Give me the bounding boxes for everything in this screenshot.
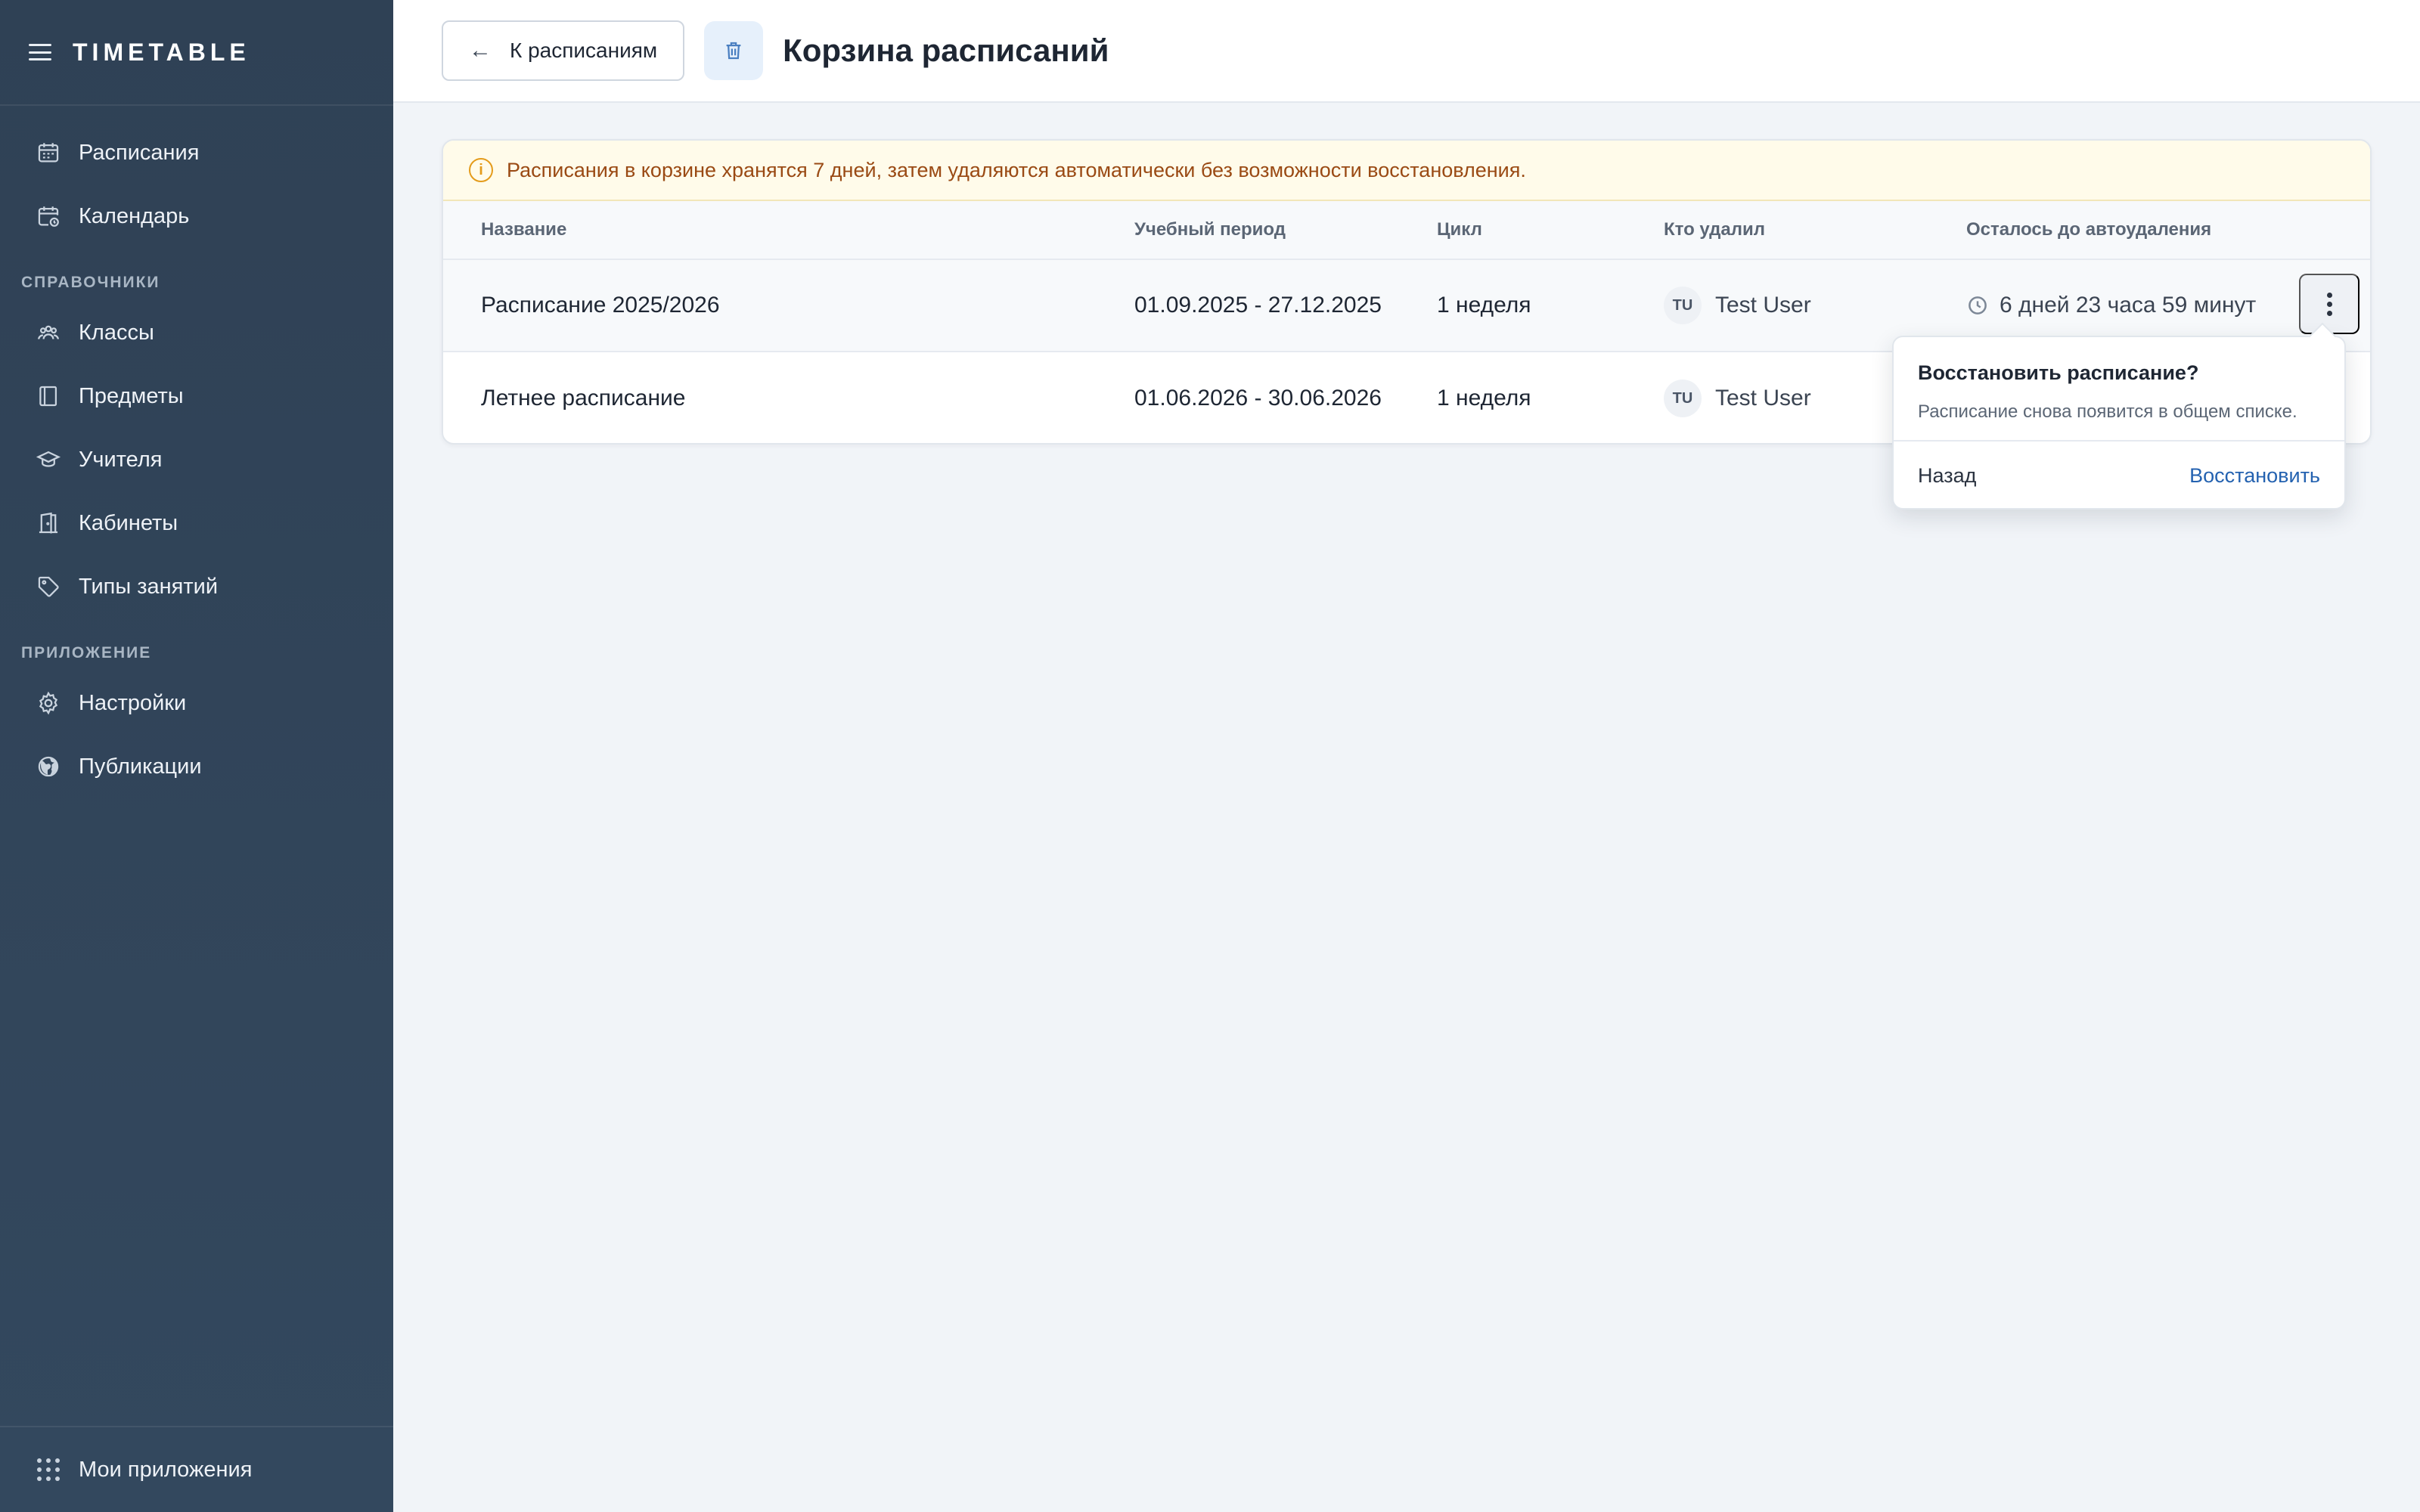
column-header-deleted-by[interactable]: Кто удалил (1664, 219, 1765, 240)
page-title: Корзина расписаний (783, 33, 1109, 68)
time-left-value: 6 дней 23 часа 59 минут (2000, 293, 2257, 318)
sidebar-item-label: Типы занятий (79, 574, 219, 599)
sidebar-item-label: Расписания (79, 140, 200, 165)
back-to-schedules-button[interactable]: ← К расписаниям (442, 20, 685, 81)
popover-actions: Назад Восстановить (1894, 442, 2344, 510)
sidebar-section-references: СПРАВОЧНИКИ (21, 274, 160, 291)
sidebar-item-rooms[interactable]: Кабинеты (0, 491, 393, 555)
user-name: Test User (1715, 293, 1811, 318)
row-actions-button[interactable] (2299, 274, 2360, 334)
schedule-period: 01.09.2025 - 27.12.2025 (1134, 293, 1382, 318)
sidebar-item-label: Настройки (79, 690, 187, 715)
schedule-cycle: 1 неделя (1437, 293, 1531, 318)
app-brand: TIMETABLE (73, 38, 250, 66)
grid-icon (35, 1456, 62, 1483)
sidebar-item-publications[interactable]: Публикации (0, 735, 393, 798)
schedule-period: 01.06.2026 - 30.06.2026 (1134, 386, 1382, 411)
brand-bar: TIMETABLE (0, 0, 393, 106)
sidebar-item-settings[interactable]: Настройки (0, 671, 393, 735)
gear-icon (35, 689, 62, 717)
arrow-left-icon: ← (469, 38, 492, 63)
sidebar-item-my-apps[interactable]: Мои приложения (0, 1426, 393, 1512)
sidebar-nav: Расписания Календарь СПРАВОЧНИКИ Классы … (0, 106, 393, 798)
sidebar-item-classes[interactable]: Классы (0, 301, 393, 364)
users-icon (35, 319, 62, 346)
popover-body: Восстановить расписание? Расписание снов… (1894, 337, 2344, 442)
door-icon (35, 510, 62, 537)
calendar-clock-icon (35, 203, 62, 230)
popover-title: Восстановить расписание? (1918, 361, 2199, 384)
table-header: Название Учебный период Цикл Кто удалил … (443, 201, 2370, 260)
page-header: ← К расписаниям Корзина расписаний (393, 0, 2420, 103)
sidebar-item-label: Учителя (79, 447, 163, 472)
sidebar-item-label: Кабинеты (79, 510, 178, 535)
time-left: 6 дней 23 часа 59 минут (1966, 293, 2256, 318)
sidebar-item-lesson-types[interactable]: Типы занятий (0, 555, 393, 618)
trash-icon (704, 21, 764, 80)
menu-icon[interactable] (29, 44, 51, 60)
column-header-name[interactable]: Название (481, 219, 566, 240)
sidebar-item-subjects[interactable]: Предметы (0, 364, 393, 428)
avatar: TU (1664, 287, 1702, 324)
column-header-period[interactable]: Учебный период (1134, 219, 1286, 240)
calendar-icon (35, 139, 62, 166)
sidebar-item-label: Календарь (79, 203, 190, 228)
back-button-label: К расписаниям (510, 39, 658, 62)
sidebar-item-schedules[interactable]: Расписания (0, 121, 393, 184)
popover-restore-button[interactable]: Восстановить (2189, 464, 2320, 488)
notice-text: Расписания в корзине хранятся 7 дней, за… (507, 158, 1526, 181)
book-icon (35, 383, 62, 410)
sidebar-item-calendar[interactable]: Календарь (0, 184, 393, 248)
sidebar-item-label: Классы (79, 320, 154, 345)
sidebar-item-label: Публикации (79, 754, 202, 779)
deleted-by-user: TU Test User (1664, 380, 1811, 417)
schedule-cycle: 1 неделя (1437, 386, 1531, 411)
avatar: TU (1664, 380, 1702, 417)
sidebar: TIMETABLE Расписания Календарь СПРАВОЧНИ… (0, 0, 393, 1512)
globe-icon (35, 753, 62, 780)
schedule-name: Летнее расписание (481, 386, 686, 411)
schedule-name: Расписание 2025/2026 (481, 293, 720, 318)
popover-text: Расписание снова появится в общем списке… (1918, 401, 2297, 422)
clock-icon (1966, 294, 1989, 317)
sidebar-section-app: ПРИЛОЖЕНИЕ (21, 644, 152, 662)
deleted-by-user: TU Test User (1664, 287, 1811, 324)
popover-cancel-button[interactable]: Назад (1918, 464, 1976, 488)
sidebar-item-teachers[interactable]: Учителя (0, 428, 393, 491)
sidebar-item-label: Мои приложения (79, 1457, 253, 1482)
retention-notice: i Расписания в корзине хранятся 7 дней, … (443, 141, 2370, 201)
info-icon: i (469, 158, 493, 182)
sidebar-item-label: Предметы (79, 383, 184, 408)
user-name: Test User (1715, 386, 1811, 411)
restore-confirm-popover: Восстановить расписание? Расписание снов… (1892, 336, 2346, 510)
column-header-cycle[interactable]: Цикл (1437, 219, 1482, 240)
tag-icon (35, 573, 62, 600)
column-header-time-left[interactable]: Осталось до автоудаления (1966, 219, 2211, 240)
graduation-cap-icon (35, 446, 62, 473)
